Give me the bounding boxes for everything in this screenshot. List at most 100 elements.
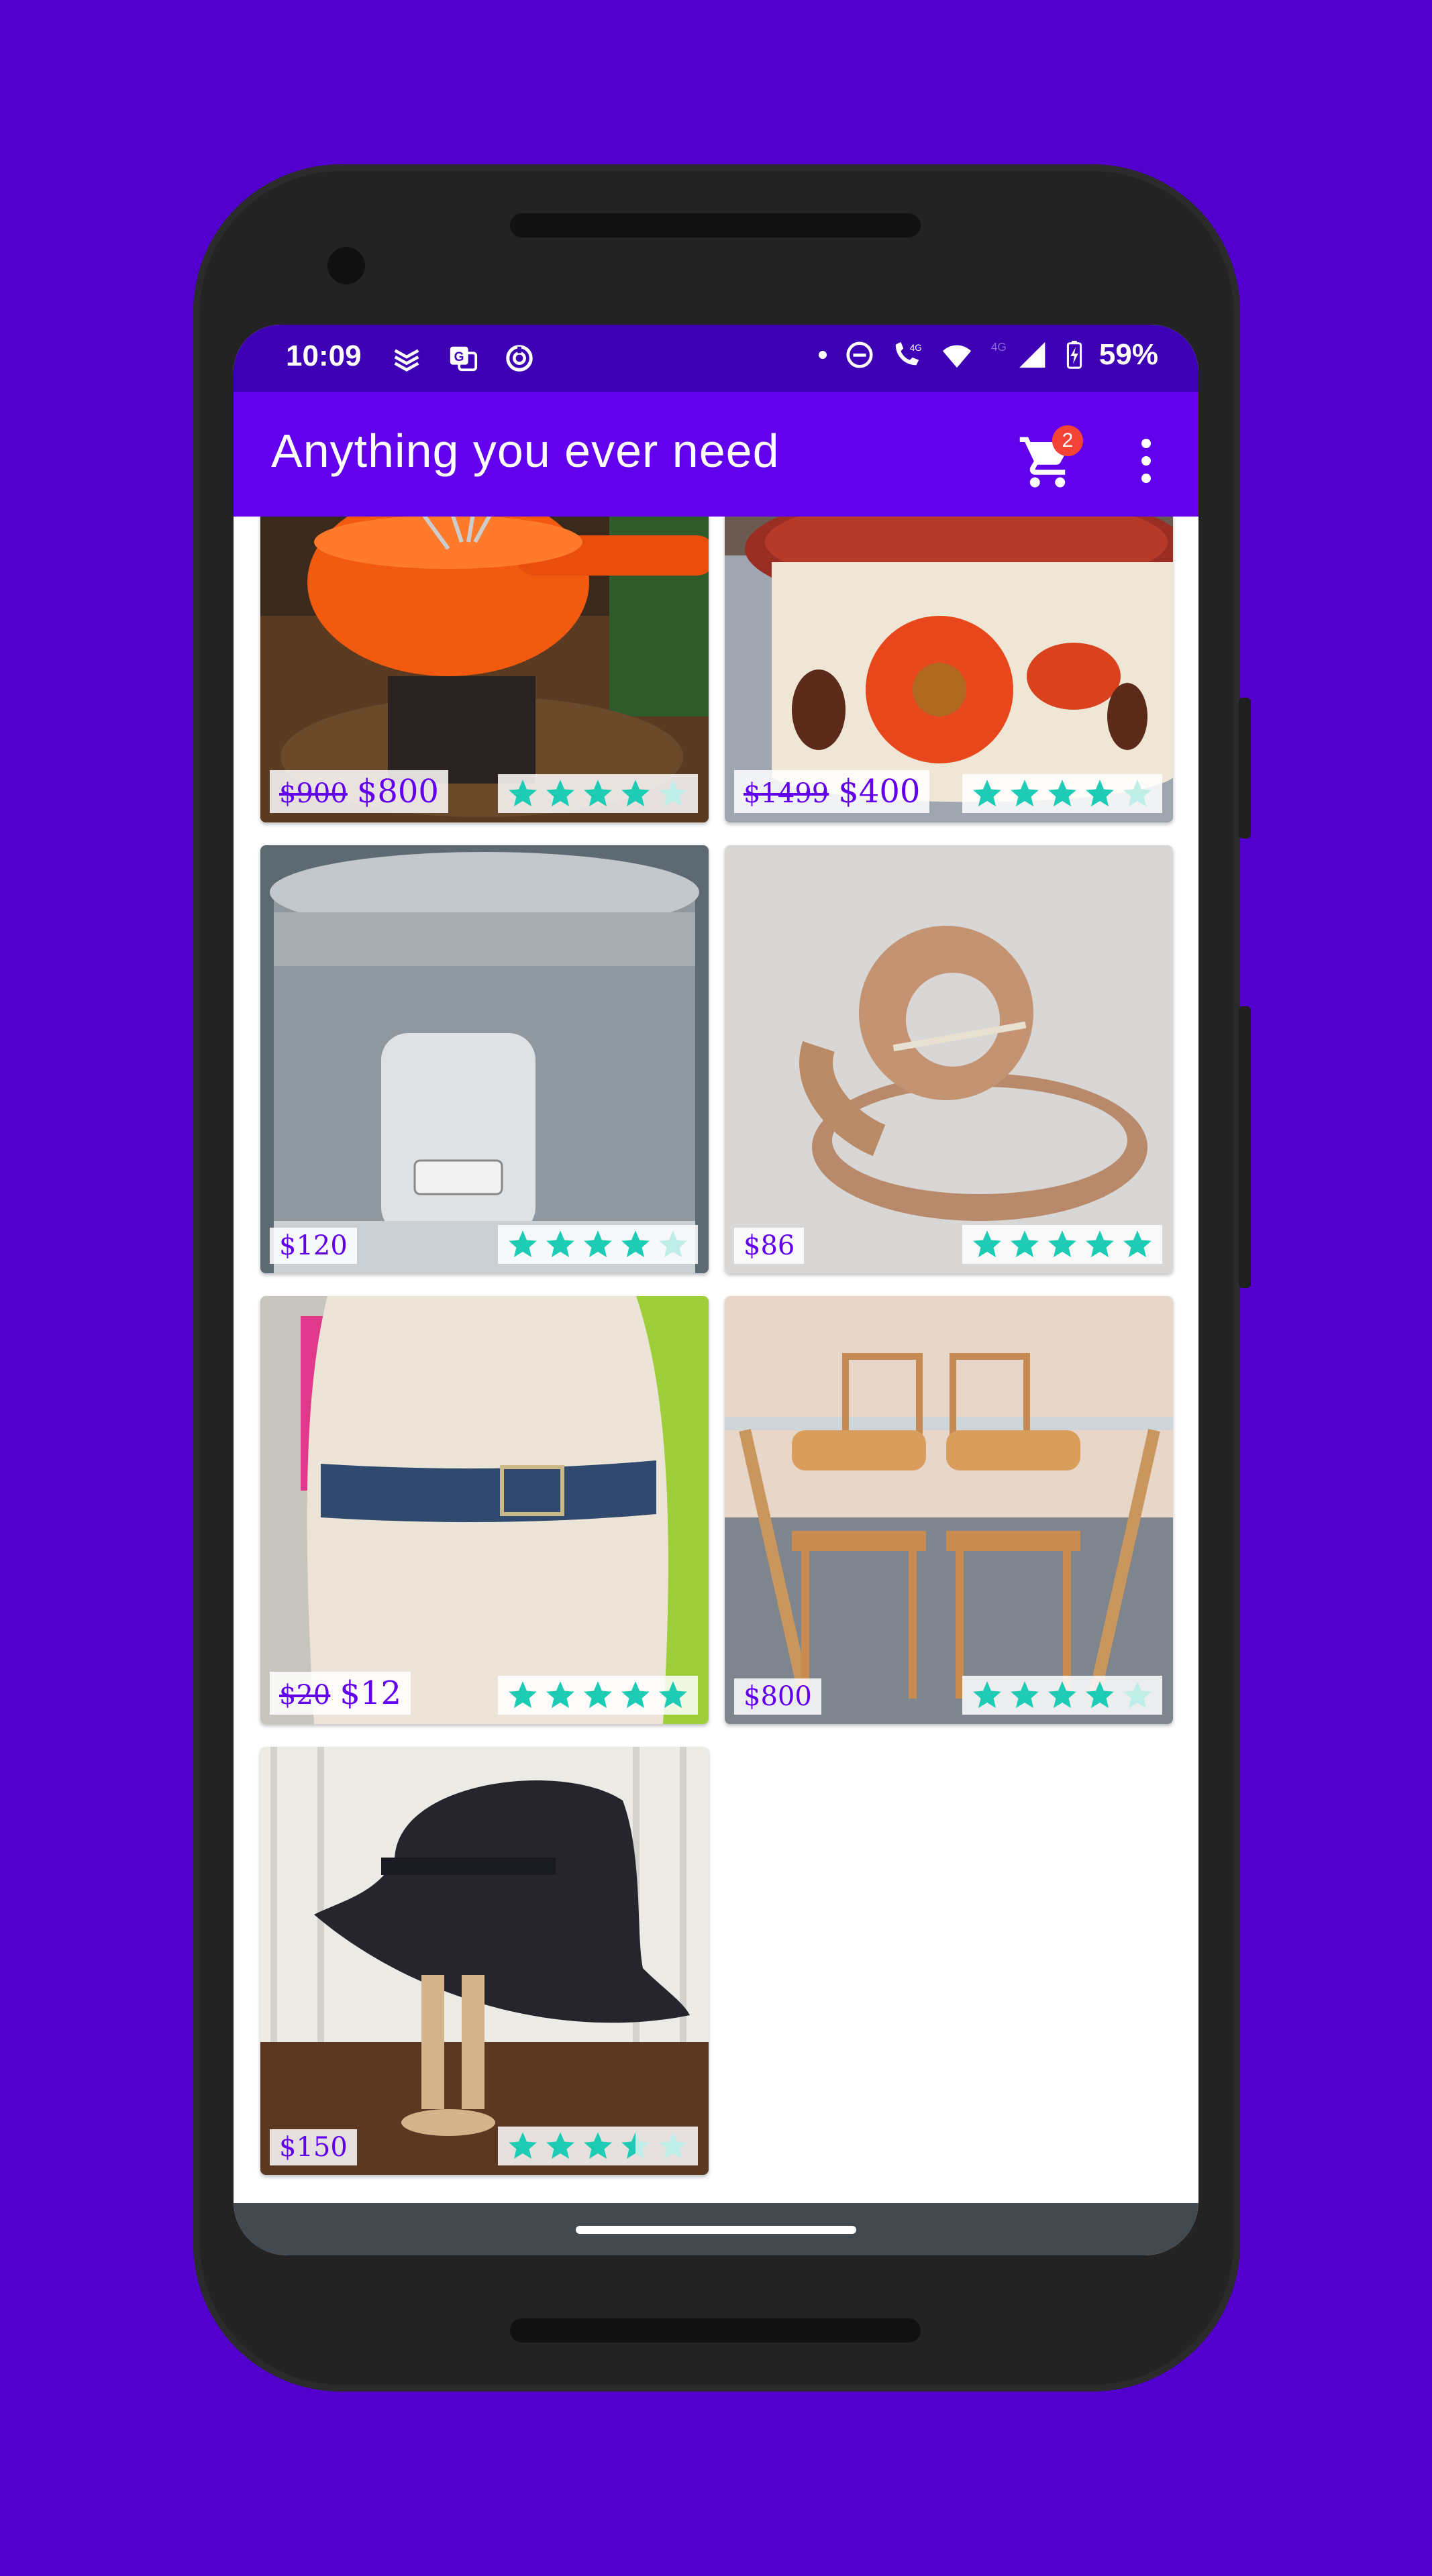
more-vert-icon[interactable] <box>1126 431 1166 491</box>
rating-stars <box>962 1676 1162 1715</box>
cart-button[interactable]: 2 <box>1017 425 1083 490</box>
star-icon <box>1123 1681 1152 1709</box>
status-bar: 10:09 G 4G 4G 59% <box>234 325 1198 392</box>
rating-stars <box>962 774 1162 813</box>
star-icon <box>659 2132 687 2159</box>
status-time: 10:09 <box>286 339 362 372</box>
star-icon <box>659 1230 687 1258</box>
rating-stars <box>498 1676 698 1715</box>
product-card-rice-cooker[interactable]: $120 <box>260 845 709 1273</box>
star-icon <box>621 1681 650 1709</box>
old-price: $900 <box>279 778 348 809</box>
earpiece-speaker <box>510 213 921 237</box>
old-price: $1499 <box>744 778 829 809</box>
star-icon <box>659 1681 687 1709</box>
rating-stars <box>498 2127 698 2165</box>
star-icon <box>621 780 650 807</box>
current-price: $86 <box>744 1230 795 1261</box>
price-tag: $800 <box>734 1678 821 1715</box>
star-icon <box>1011 1230 1039 1258</box>
current-price: $800 <box>356 773 439 810</box>
front-camera <box>327 247 365 284</box>
price-tag: $150 <box>270 2129 357 2165</box>
screen: 10:09 G 4G 4G 59% Anything you ever need <box>234 325 1198 2255</box>
dnd-icon <box>846 341 873 368</box>
current-price: $120 <box>279 1230 348 1261</box>
app-bar: Anything you ever need 2 <box>234 392 1198 517</box>
star-icon <box>1048 780 1076 807</box>
status-right-icons: 4G 4G 59% <box>816 338 1158 372</box>
product-card-pot[interactable]: $1499 $400 <box>725 517 1173 822</box>
product-card-suede-belt[interactable]: $86 <box>725 845 1173 1273</box>
rating-stars <box>498 1225 698 1264</box>
bottom-speaker <box>510 2318 921 2343</box>
signal-4g-icon: 4G <box>991 340 1045 368</box>
dot-icon <box>818 351 827 359</box>
wifi-icon <box>942 345 972 368</box>
star-icon <box>1086 780 1114 807</box>
rating-stars <box>962 1225 1162 1264</box>
price-tag: $120 <box>270 1228 357 1264</box>
product-image-denim-belt <box>260 1296 709 1724</box>
star-icon <box>584 780 612 807</box>
star-icon <box>546 2132 574 2159</box>
battery-percentage: 59% <box>1098 338 1158 371</box>
star-icon <box>1048 1230 1076 1258</box>
data-saver-icon <box>501 339 538 377</box>
star-icon <box>546 1230 574 1258</box>
svg-text:G: G <box>454 350 464 364</box>
volte-call-icon: 4G <box>895 341 922 366</box>
product-image-felt-hat <box>260 1747 709 2175</box>
product-card-fondue[interactable]: $900 $800 <box>260 517 709 822</box>
product-card-dining-chairs[interactable]: $800 <box>725 1296 1173 1724</box>
star-icon <box>509 1681 537 1709</box>
svg-text:4G: 4G <box>910 343 922 353</box>
current-price: $800 <box>744 1681 812 1712</box>
price-tag: $20 $12 <box>270 1672 411 1715</box>
svg-text:4G: 4G <box>991 340 1007 354</box>
star-icon <box>973 780 1001 807</box>
price-tag: $900 $800 <box>270 770 448 813</box>
star-icon <box>546 780 574 807</box>
star-icon <box>1011 1681 1039 1709</box>
star-icon <box>1011 780 1039 807</box>
app-title: Anything you ever need <box>271 425 780 477</box>
power-button <box>1239 698 1251 839</box>
translate-icon: G <box>444 339 482 377</box>
cart-badge: 2 <box>1052 425 1083 456</box>
star-icon <box>1123 1230 1152 1258</box>
star-icon <box>973 1681 1001 1709</box>
star-icon <box>621 2132 650 2159</box>
product-card-denim-belt[interactable]: $20 $12 <box>260 1296 709 1724</box>
star-icon <box>1086 1230 1114 1258</box>
product-image-rice-cooker <box>260 845 709 1273</box>
star-icon <box>584 1681 612 1709</box>
star-icon <box>973 1230 1001 1258</box>
price-tag: $86 <box>734 1228 805 1264</box>
status-left-icons: G <box>388 339 538 377</box>
product-image-suede-belt <box>725 845 1173 1273</box>
star-icon <box>1086 1681 1114 1709</box>
maps-directions-icon <box>388 339 425 377</box>
star-icon <box>1048 1681 1076 1709</box>
volume-button <box>1239 1006 1251 1288</box>
old-price: $20 <box>279 1680 331 1711</box>
star-icon <box>546 1681 574 1709</box>
star-icon <box>659 780 687 807</box>
current-price: $400 <box>838 773 921 810</box>
current-price: $150 <box>279 2132 348 2163</box>
price-tag: $1499 $400 <box>734 770 930 813</box>
battery-charging-icon <box>1066 340 1082 369</box>
star-icon <box>509 780 537 807</box>
star-icon <box>509 2132 537 2159</box>
star-icon <box>1123 780 1152 807</box>
star-icon <box>621 1230 650 1258</box>
navigation-bar <box>234 2203 1198 2255</box>
star-icon <box>584 2132 612 2159</box>
star-icon <box>509 1230 537 1258</box>
home-gesture-handle[interactable] <box>576 2226 856 2234</box>
product-grid: $900 $800 $1499 $400 $120 $86 $20 $12 $8… <box>234 517 1198 2203</box>
product-image-dining-chairs <box>725 1296 1173 1724</box>
rating-stars <box>498 774 698 813</box>
product-card-felt-hat[interactable]: $150 <box>260 1747 709 2175</box>
